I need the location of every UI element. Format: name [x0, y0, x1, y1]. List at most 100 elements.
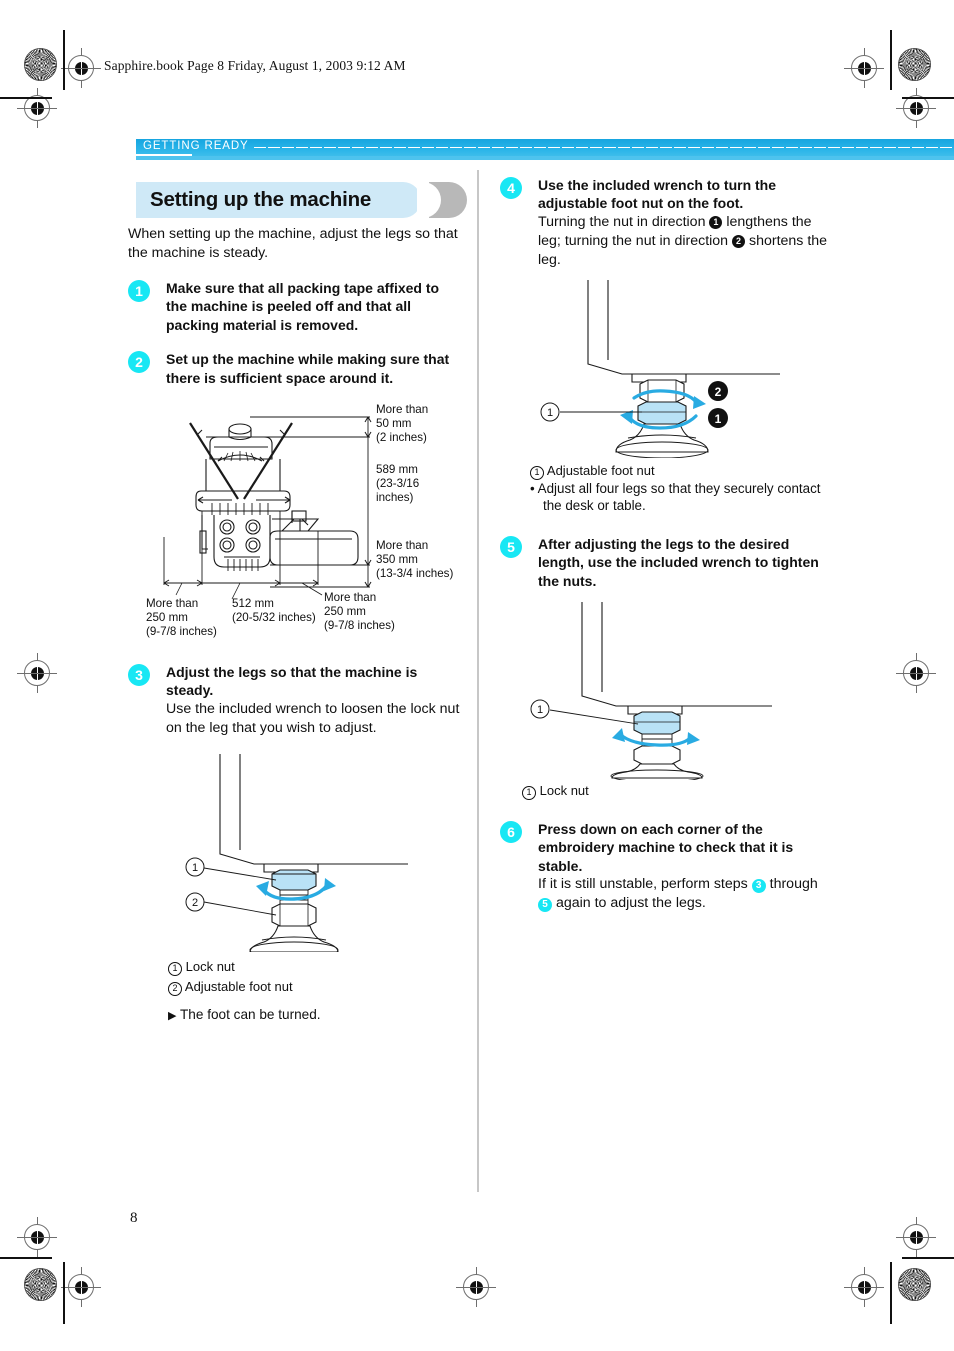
dim-height-line-2: (23-3/16 — [376, 477, 419, 490]
step-4-body: Turning the nut in direction 1 lengthens… — [538, 213, 830, 270]
intro-paragraph: When setting up the machine, adjust the … — [128, 226, 458, 261]
dim-width-line-2: (20-5/32 inches) — [232, 611, 316, 624]
dim-left-clearance-line-1: More than — [146, 597, 198, 610]
chapter-bar-dashed-rule — [254, 147, 954, 148]
leg-callout-marker-2: 2 — [192, 897, 198, 909]
trim-line-bottom-left-horizontal — [0, 1257, 52, 1259]
registration-mark-bottom-left — [61, 1267, 101, 1307]
trim-line-top-right-horizontal — [902, 97, 954, 99]
foot-callout-1: 1 Adjustable foot nut — [530, 462, 830, 480]
step-6-body-part-2: through — [765, 876, 818, 893]
leg-callout-2-text: Adjustable foot nut — [184, 978, 293, 994]
chapter-bar-underline — [136, 154, 954, 160]
dim-front-clearance-line-3: (13-3/4 inches) — [376, 567, 453, 580]
locknut-callout-marker-1: 1 — [537, 704, 543, 716]
registration-mark-top-left — [61, 48, 101, 88]
step-reference-5-icon: 5 — [538, 898, 552, 913]
callout-marker-1-icon: 1 — [168, 961, 182, 976]
step-1-heading: Make sure that all packing tape affixed … — [166, 280, 440, 333]
right-column: 4 Use the included wrench to turn the ad… — [500, 176, 830, 913]
leg-figure-note-text: The foot can be turned. — [180, 1006, 321, 1022]
dim-left-clearance-line-2: 250 mm — [146, 611, 188, 624]
color-registration-star-bottom-right — [898, 1268, 931, 1301]
callout-marker-1-icon: 1 — [522, 786, 536, 801]
trim-line-top-left-horizontal — [0, 97, 52, 99]
step-2-heading: Set up the machine while making sure tha… — [166, 351, 450, 386]
step-3-heading: Adjust the legs so that the machine is s… — [166, 664, 418, 699]
leg-callout-marker-1: 1 — [192, 862, 198, 874]
step-5: 5 After adjusting the legs to the desire… — [500, 535, 830, 590]
step-1: 1 Make sure that all packing tape affixe… — [128, 279, 460, 334]
trim-line-bottom-right-horizontal — [902, 1257, 954, 1259]
svg-text:1: 1 — [715, 412, 722, 426]
running-head: Sapphire.book Page 8 Friday, August 1, 2… — [104, 58, 406, 73]
chapter-bar: GETTING READY — [136, 139, 954, 156]
trim-line-right-bottom — [890, 1262, 892, 1324]
dim-width-line-1: 512 mm — [232, 597, 274, 610]
trim-line-left-bottom — [63, 1262, 65, 1324]
leg-figure-note: ▶ The foot can be turned. — [168, 1006, 460, 1025]
callout-marker-2-icon: 2 — [168, 981, 182, 996]
registration-mark-bottom-center — [456, 1267, 496, 1307]
callout-marker-1-icon: 1 — [530, 465, 544, 480]
dim-right-clearance-line-2: 250 mm — [324, 605, 366, 618]
machine-dimensions-figure: More than 50 mm (2 inches) 589 mm (23-3/… — [132, 399, 460, 641]
registration-mark-center-left — [17, 653, 57, 693]
adjustable-foot-nut-figure: 1 2 1 — [530, 278, 830, 458]
dim-front-clearance-line-1: More than — [376, 539, 428, 552]
locknut-callout-1: 1 Lock nut — [522, 782, 830, 801]
leg-callout-1: 1 Lock nut — [168, 958, 460, 976]
color-registration-star-bottom-left — [24, 1268, 57, 1301]
step-badge-5: 5 — [500, 535, 522, 558]
step-3: 3 Adjust the legs so that the machine is… — [128, 663, 460, 738]
registration-mark-bottom-right — [844, 1267, 884, 1307]
step-badge-1: 1 — [128, 280, 150, 302]
step-badge-6: 6 — [500, 821, 522, 844]
step-6-heading: Press down on each corner of the embroid… — [538, 821, 794, 874]
left-column: When setting up the machine, adjust the … — [128, 225, 460, 1025]
dim-top-clearance-line-3: (2 inches) — [376, 431, 427, 444]
registration-mark-lower-right — [896, 1217, 936, 1257]
trim-line-right — [890, 30, 892, 90]
leg-callout-2: 2 Adjustable foot nut — [168, 978, 460, 996]
trim-line-left — [63, 30, 65, 90]
step-4-body-part-1: Turning the nut in direction — [538, 213, 710, 230]
color-registration-star-top-left — [24, 48, 57, 81]
locknut-callout-1-text: Lock nut — [539, 783, 589, 799]
step-5-heading: After adjusting the legs to the desired … — [538, 535, 819, 589]
dim-right-clearance-line-1: More than — [324, 591, 376, 604]
step-6-body: If it is still unstable, perform steps 3… — [538, 875, 830, 913]
step-reference-3-icon: 3 — [751, 879, 766, 894]
step-badge-2: 2 — [128, 351, 150, 374]
step-badge-4: 4 — [500, 177, 522, 199]
dim-right-clearance-line-3: (9-7/8 inches) — [324, 619, 395, 632]
color-registration-star-top-right — [898, 48, 931, 81]
dim-left-clearance-line-3: (9-7/8 inches) — [146, 625, 217, 638]
step-2: 2 Set up the machine while making sure t… — [128, 350, 460, 387]
step-3-body: Use the included wrench to loosen the lo… — [166, 700, 460, 736]
dim-top-clearance-line-2: 50 mm — [376, 417, 411, 430]
foot-callout-1-text: Adjustable foot nut — [546, 462, 655, 478]
foot-callout-marker-1: 1 — [547, 407, 553, 419]
leg-callout-1-text: Lock nut — [185, 958, 235, 974]
column-divider — [477, 170, 479, 1192]
step-4: 4 Use the included wrench to turn the ad… — [500, 176, 830, 270]
foot-figure-bullet: • Adjust all four legs so that they secu… — [530, 480, 821, 514]
lock-nut-tighten-figure: 1 — [520, 600, 830, 781]
dim-height-line-3: inches) — [376, 491, 414, 504]
section-title-banner: Setting up the machine — [136, 182, 467, 218]
triangle-bullet-icon: ▶ — [168, 1009, 177, 1022]
section-title-grey-knob — [417, 182, 467, 218]
page-title: Setting up the machine — [150, 188, 372, 211]
registration-mark-top-right — [844, 48, 884, 88]
svg-text:2: 2 — [715, 385, 722, 399]
direction-marker-1-icon: 1 — [709, 215, 723, 229]
direction-marker-2-icon: 2 — [732, 234, 746, 248]
step-6-body-part-1: If it is still unstable, perform steps — [538, 876, 752, 893]
registration-mark-lower-left — [17, 1217, 57, 1257]
leg-locknut-figure: 1 2 — [168, 752, 460, 952]
step-6: 6 Press down on each corner of the embro… — [500, 820, 830, 913]
step-4-heading: Use the included wrench to turn the adju… — [538, 177, 777, 212]
step-6-body-part-3: again to adjust the legs. — [552, 895, 706, 912]
dim-top-clearance-line-1: More than — [376, 403, 428, 416]
